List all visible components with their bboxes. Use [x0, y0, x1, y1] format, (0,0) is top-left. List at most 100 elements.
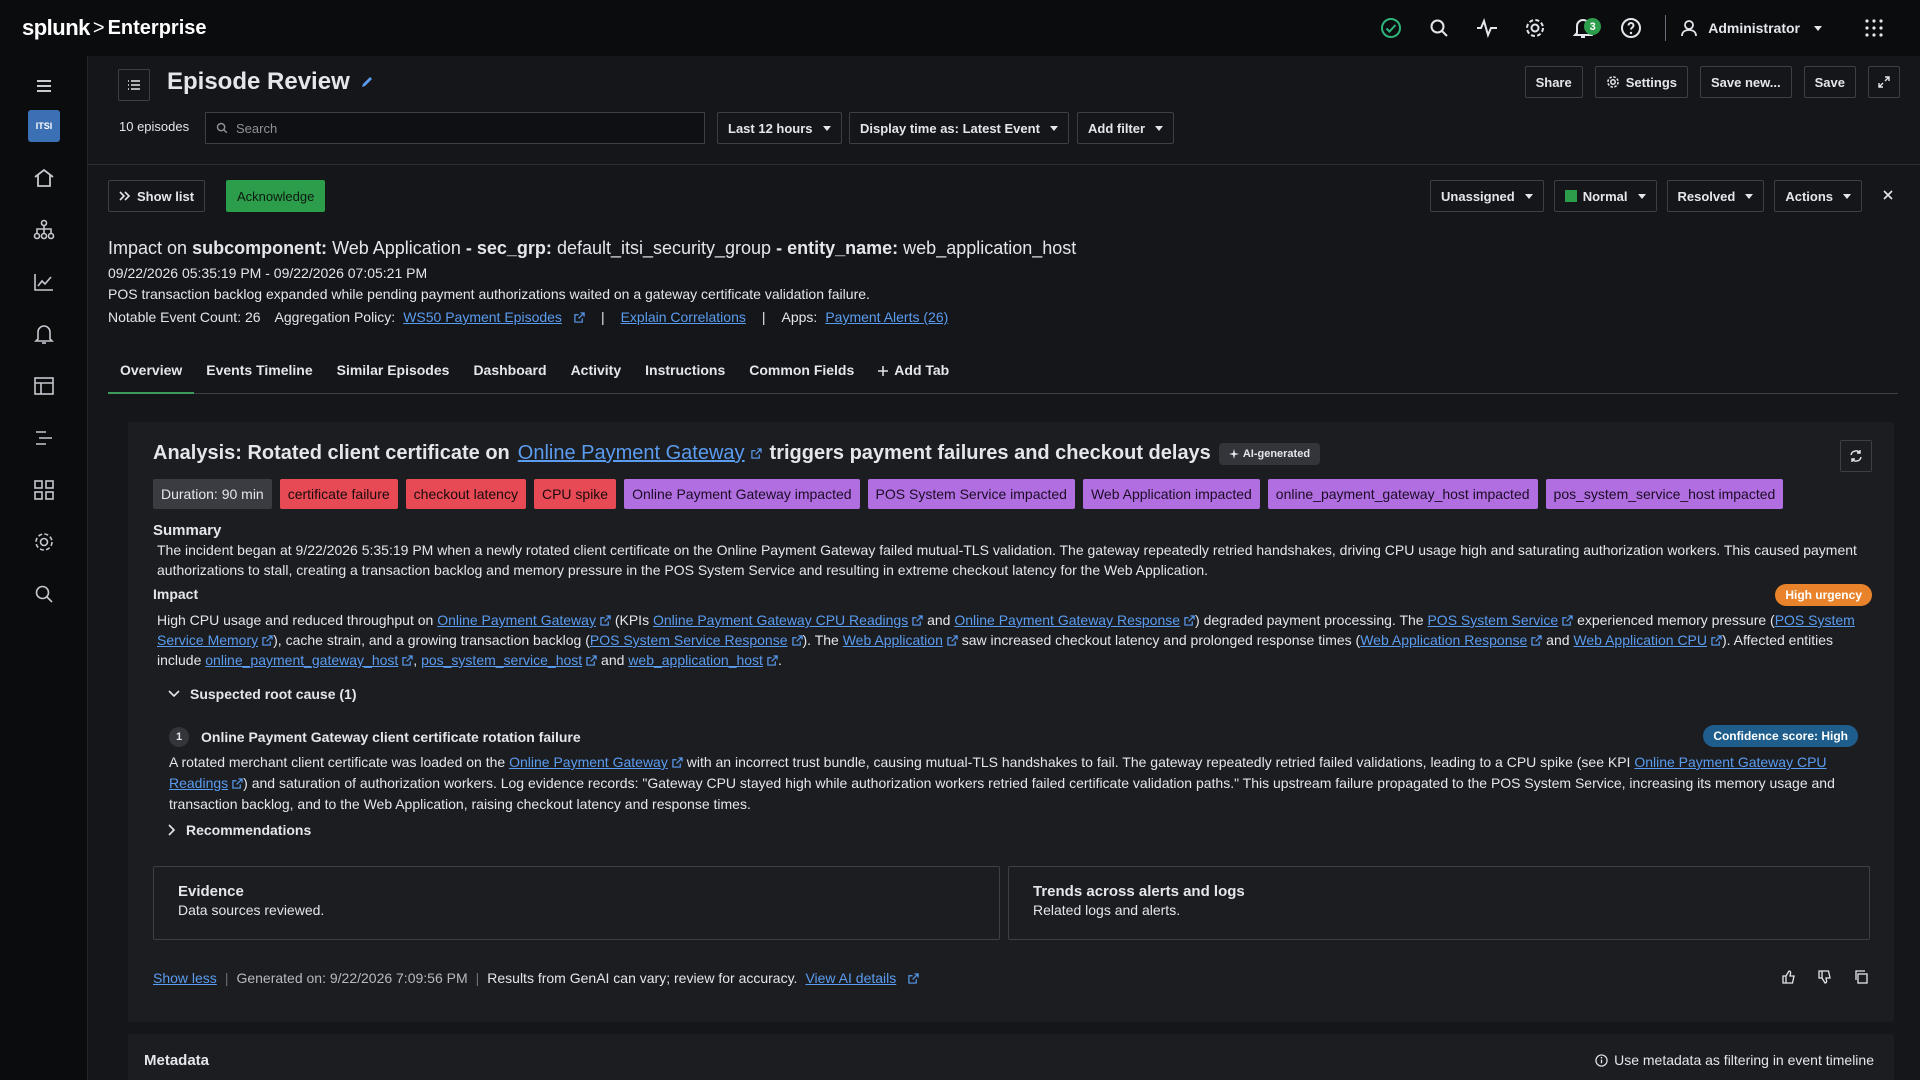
entity-link[interactable]: online_payment_gateway_host: [205, 652, 398, 668]
tab-activity[interactable]: Activity: [559, 358, 634, 394]
line-chart-icon[interactable]: [28, 266, 60, 298]
list-filter-icon[interactable]: [28, 422, 60, 454]
explain-correlations-link[interactable]: Explain Correlations: [621, 309, 746, 325]
save-new-button[interactable]: Save new...: [1700, 66, 1792, 98]
search-input[interactable]: Search: [205, 112, 705, 144]
edit-pencil-icon[interactable]: [360, 75, 374, 89]
external-link-icon: [908, 972, 919, 984]
impact-link[interactable]: POS System Service: [1427, 612, 1558, 628]
show-less-link[interactable]: Show less: [153, 970, 217, 986]
root-cause-number: 1: [169, 727, 189, 747]
show-list-button[interactable]: Show list: [108, 180, 206, 212]
feedback-actions: [1782, 970, 1868, 984]
tab-overview[interactable]: Overview: [108, 358, 195, 394]
duration-tag: Duration: 90 min: [153, 479, 272, 509]
ai-generated-badge: AI-generated: [1218, 442, 1321, 465]
tab-common-fields[interactable]: Common Fields: [737, 358, 866, 394]
thumbs-down-icon[interactable]: [1818, 970, 1832, 984]
title-gateway-link[interactable]: Online Payment Gateway: [518, 442, 745, 465]
status-dropdown[interactable]: Resolved: [1666, 180, 1765, 212]
double-chevron-right-icon: [119, 191, 131, 201]
time-range-dropdown[interactable]: Last 12 hours: [717, 112, 842, 144]
home-icon[interactable]: [28, 162, 60, 194]
settings-button[interactable]: Settings: [1594, 66, 1689, 98]
add-filter-dropdown[interactable]: Add filter: [1077, 112, 1175, 144]
acknowledge-button[interactable]: Acknowledge: [226, 180, 326, 212]
app-badge[interactable]: ITSI: [28, 110, 60, 142]
bell-icon[interactable]: 3: [1559, 8, 1607, 48]
impact-link[interactable]: Online Payment Gateway: [437, 612, 596, 628]
close-icon[interactable]: [1882, 188, 1894, 204]
metadata-hint: Use metadata as filtering in event timel…: [1595, 1052, 1874, 1068]
impact-link[interactable]: Online Payment Gateway Response: [954, 612, 1180, 628]
recommendations-toggle[interactable]: Recommendations: [168, 822, 311, 838]
display-time-dropdown[interactable]: Display time as: Latest Event: [849, 112, 1069, 144]
view-ai-details-link[interactable]: View AI details: [805, 970, 896, 986]
chevron-down-icon: [1637, 193, 1646, 199]
external-link-icon: [1531, 635, 1542, 646]
chevron-down-icon: [1155, 125, 1164, 131]
impact-link[interactable]: Web Application: [843, 632, 943, 648]
activity-icon[interactable]: [1463, 8, 1511, 48]
entity-link[interactable]: web_application_host: [628, 652, 763, 668]
impact-link[interactable]: Web Application CPU: [1573, 632, 1707, 648]
tag: online_payment_gateway_host impacted: [1267, 479, 1538, 509]
metadata-heading: Metadata: [144, 1052, 210, 1069]
tab-dashboard[interactable]: Dashboard: [461, 358, 558, 394]
apps-grid-icon[interactable]: [1850, 8, 1898, 48]
external-link-icon: [232, 778, 243, 789]
save-button[interactable]: Save: [1803, 66, 1856, 98]
entity-link[interactable]: pos_system_service_host: [421, 652, 582, 668]
tag: certificate failure: [279, 479, 398, 509]
analysis-title: Analysis: Rotated client certificate on …: [153, 442, 1321, 465]
tag: Online Payment Gateway impacted: [624, 479, 860, 509]
external-link-icon: [574, 311, 585, 323]
impact-link[interactable]: POS System Service Response: [590, 632, 788, 648]
share-button[interactable]: Share: [1524, 66, 1583, 98]
thumbs-up-icon[interactable]: [1782, 970, 1796, 984]
service-tree-icon[interactable]: [28, 214, 60, 246]
actions-dropdown[interactable]: Actions: [1774, 180, 1862, 212]
search-icon[interactable]: [1415, 8, 1463, 48]
external-link-icon: [1184, 615, 1195, 626]
tag: Web Application impacted: [1082, 479, 1260, 509]
tab-similar-episodes[interactable]: Similar Episodes: [325, 358, 462, 394]
settings-icon[interactable]: [28, 526, 60, 558]
chevron-down-icon: [1049, 125, 1058, 131]
tab-events-timeline[interactable]: Events Timeline: [194, 358, 324, 394]
rc-link[interactable]: Online Payment Gateway: [509, 754, 668, 770]
splunk-logo[interactable]: splunk > Enterprise: [22, 15, 207, 41]
impact-link[interactable]: Web Application Response: [1360, 632, 1527, 648]
table-icon[interactable]: [28, 370, 60, 402]
user-menu[interactable]: Administrator: [1680, 19, 1822, 37]
severity-dropdown[interactable]: Normal: [1553, 180, 1657, 212]
chevron-down-icon: [1745, 193, 1754, 199]
aggregation-policy-link[interactable]: WS50 Payment Episodes: [403, 309, 562, 325]
root-cause-toggle[interactable]: Suspected root cause (1): [168, 686, 357, 702]
external-link-icon: [1562, 615, 1573, 626]
list-icon: [128, 80, 140, 90]
analysis-footer: Show less | Generated on: 9/22/2026 7:09…: [153, 970, 919, 986]
help-icon[interactable]: [1607, 8, 1655, 48]
impact-link[interactable]: Online Payment Gateway CPU Readings: [653, 612, 908, 628]
evidence-card[interactable]: Evidence Data sources reviewed.: [153, 866, 1000, 940]
trends-card[interactable]: Trends across alerts and logs Related lo…: [1008, 866, 1870, 940]
copy-icon[interactable]: [1854, 970, 1868, 984]
apps-link[interactable]: Payment Alerts (26): [825, 309, 948, 325]
gear-icon[interactable]: [1511, 8, 1559, 48]
owner-dropdown[interactable]: Unassigned: [1430, 180, 1544, 212]
external-link-icon: [1711, 635, 1722, 646]
topbar-divider: [1665, 15, 1667, 41]
health-check-icon[interactable]: [1367, 8, 1415, 48]
fullscreen-button[interactable]: [1868, 66, 1900, 98]
alert-bell-icon[interactable]: [28, 318, 60, 350]
list-view-button[interactable]: [118, 69, 150, 101]
chevron-down-icon: [1843, 193, 1851, 199]
add-tab-button[interactable]: Add Tab: [866, 358, 961, 394]
hamburger-menu-icon[interactable]: [28, 70, 60, 102]
dashboard-grid-icon[interactable]: [28, 474, 60, 506]
summary-text: The incident began at 9/22/2026 5:35:19 …: [157, 542, 1857, 578]
refresh-button[interactable]: [1840, 440, 1872, 472]
tab-instructions[interactable]: Instructions: [633, 358, 737, 394]
search-icon[interactable]: [28, 578, 60, 610]
